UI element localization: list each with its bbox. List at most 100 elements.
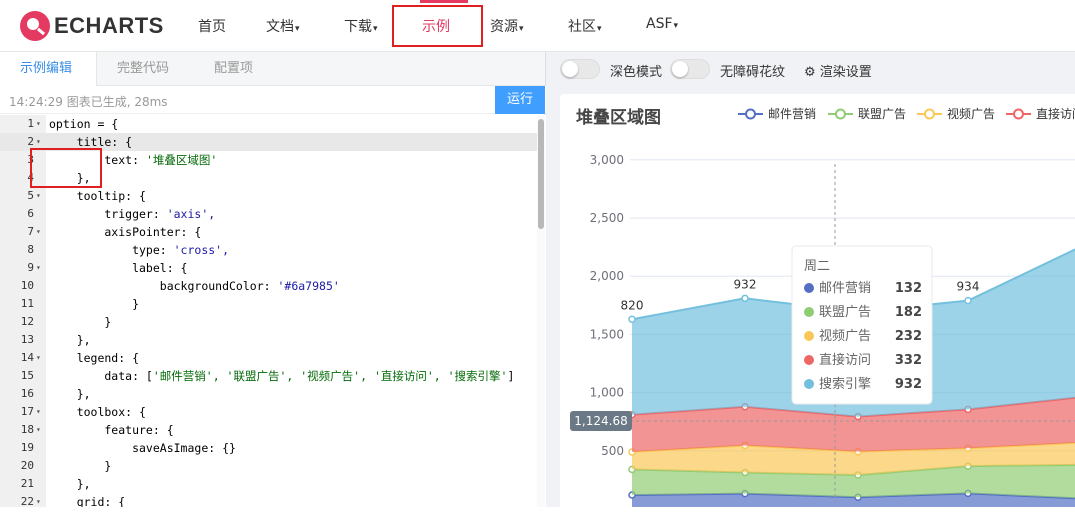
legend-marker-2[interactable] <box>924 108 935 120</box>
tooltip-series-name: 联盟广告 <box>819 305 871 320</box>
stacked-area-chart[interactable]: 堆叠区域图邮件营销联盟广告视频广告直接访问3,0002,5002,0001,50… <box>560 94 1075 509</box>
tab-edit-example[interactable]: 示例编辑 <box>0 52 97 86</box>
code-text: data: ['邮件营销', '联盟广告', '视频广告', '直接访问', '… <box>49 369 515 383</box>
line-number: 11 <box>20 297 34 310</box>
tooltip-value: 232 <box>895 329 922 344</box>
scrollbar-thumb[interactable] <box>538 119 544 229</box>
echarts-logo[interactable]: ECHARTS <box>20 9 164 43</box>
code-line[interactable]: 22 ▾ grid: { <box>0 493 540 507</box>
code-text: } <box>49 297 140 311</box>
aria-pattern-label: 无障碍花纹 <box>720 65 786 80</box>
code-text: trigger: 'axis', <box>49 207 216 221</box>
fold-arrow-icon[interactable]: ▾ <box>36 187 41 205</box>
y-tick-label: 2,000 <box>590 269 624 283</box>
code-line[interactable]: 12 } <box>0 313 540 331</box>
code-text: label: { <box>49 261 188 275</box>
code-line[interactable]: 5 ▾ tooltip: { <box>0 187 540 205</box>
code-line[interactable]: 20 } <box>0 457 540 475</box>
line-number: 5 <box>27 189 34 202</box>
code-text: } <box>49 459 112 473</box>
line-number: 10 <box>20 279 34 292</box>
editor-scrollbar[interactable] <box>537 115 545 507</box>
data-label: 932 <box>734 277 757 291</box>
fold-arrow-icon[interactable]: ▾ <box>36 223 41 241</box>
code-line[interactable]: 10 backgroundColor: '#6a7985' <box>0 277 540 295</box>
editor-panel: 示例编辑 完整代码 配置项 14:24:29 图表已生成, 28ms 运行 1 ▾… <box>0 52 546 507</box>
chevron-down-icon: ▾ <box>295 24 300 34</box>
line-number: 12 <box>20 315 34 328</box>
line-number: 20 <box>20 459 34 472</box>
tooltip-value: 182 <box>895 305 922 320</box>
legend-label-2[interactable]: 视频广告 <box>947 106 995 121</box>
tooltip-series-name: 邮件营销 <box>819 281 871 296</box>
code-editor[interactable]: 1 ▾ option = {2 ▾ title: {3 text: '堆叠区域图' 4 … <box>0 115 546 507</box>
code-line[interactable]: 8 type: 'cross', <box>0 241 540 259</box>
code-line[interactable]: 18 ▾ feature: { <box>0 421 540 439</box>
code-line[interactable]: 14 ▾ legend: { <box>0 349 540 367</box>
tooltip-marker <box>804 331 814 341</box>
code-line[interactable]: 17 ▾ toolbox: { <box>0 403 540 421</box>
tooltip-series-name: 视频广告 <box>819 329 871 344</box>
code-text: saveAsImage: {} <box>49 441 236 455</box>
nav-item-community[interactable]: 社区▾ <box>568 16 602 36</box>
dark-mode-toggle[interactable] <box>560 59 600 79</box>
legend-label-1[interactable]: 联盟广告 <box>858 107 906 121</box>
code-text: }, <box>49 387 91 401</box>
y-tick-label: 3,000 <box>590 153 624 167</box>
code-text: grid: { <box>49 495 126 507</box>
line-number: 21 <box>20 477 34 490</box>
code-line[interactable]: 7 ▾ axisPointer: { <box>0 223 540 241</box>
line-number: 13 <box>20 333 34 346</box>
line-number: 9 <box>27 261 34 274</box>
fold-arrow-icon[interactable]: ▾ <box>36 421 41 439</box>
code-text: type: 'cross', <box>49 243 230 257</box>
aria-pattern-toggle[interactable] <box>670 59 710 79</box>
legend-marker-0[interactable] <box>745 108 756 120</box>
dark-mode-label: 深色模式 <box>610 65 663 80</box>
legend-marker-1[interactable] <box>835 108 846 120</box>
line-number: 16 <box>20 387 34 400</box>
fold-arrow-icon[interactable]: ▾ <box>36 115 41 133</box>
preview-options: 深色模式 无障碍花纹 ⚙ 渲染设置 <box>546 52 1075 86</box>
code-line[interactable]: 6 trigger: 'axis', <box>0 205 540 223</box>
run-button[interactable]: 运行 <box>495 86 545 114</box>
code-line[interactable]: 15 data: ['邮件营销', '联盟广告', '视频广告', '直接访问'… <box>0 367 540 385</box>
tooltip-marker <box>804 355 814 365</box>
legend-label-3[interactable]: 直接访问 <box>1036 106 1075 121</box>
code-text: toolbox: { <box>49 405 146 419</box>
code-line[interactable]: 19 saveAsImage: {} <box>0 439 540 457</box>
code-line[interactable]: 13 }, <box>0 331 540 349</box>
code-line[interactable]: 1 ▾ option = { <box>0 115 540 133</box>
editor-tabs: 示例编辑 完整代码 配置项 <box>0 52 545 86</box>
data-point[interactable] <box>741 294 749 303</box>
data-point[interactable] <box>628 315 636 324</box>
code-text: legend: { <box>49 351 140 365</box>
nav-item-resources[interactable]: 资源▾ <box>490 16 524 36</box>
render-settings-button[interactable]: ⚙ 渲染设置 <box>804 61 872 80</box>
y-tick-label: 2,500 <box>590 211 624 225</box>
code-line[interactable]: 11 } <box>0 295 540 313</box>
nav-item-download[interactable]: 下载▾ <box>344 16 378 36</box>
logo-icon <box>20 11 50 41</box>
tooltip-marker <box>804 307 814 317</box>
chevron-down-icon: ▾ <box>519 24 524 34</box>
nav-item-home[interactable]: 首页 <box>198 16 226 36</box>
fold-arrow-icon[interactable]: ▾ <box>36 493 41 507</box>
data-point[interactable] <box>964 296 972 305</box>
legend-label-0[interactable]: 邮件营销 <box>768 107 816 121</box>
fold-arrow-icon[interactable]: ▾ <box>36 349 41 367</box>
tab-config[interactable]: 配置项 <box>214 52 253 86</box>
nav-item-asf[interactable]: ASF▾ <box>646 16 678 32</box>
code-line[interactable]: 16 }, <box>0 385 540 403</box>
code-line[interactable]: 9 ▾ label: { <box>0 259 540 277</box>
fold-arrow-icon[interactable]: ▾ <box>36 403 41 421</box>
fold-arrow-icon[interactable]: ▾ <box>36 259 41 277</box>
line-number: 18 <box>20 423 34 436</box>
tab-full-code[interactable]: 完整代码 <box>117 52 169 86</box>
logo-text: ECHARTS <box>54 13 164 38</box>
chart-title: 堆叠区域图 <box>576 107 661 128</box>
legend-marker-3[interactable] <box>1013 108 1024 120</box>
tooltip-series-name: 搜索引擎 <box>819 377 871 392</box>
code-line[interactable]: 21 }, <box>0 475 540 493</box>
nav-item-docs[interactable]: 文档▾ <box>266 16 300 36</box>
